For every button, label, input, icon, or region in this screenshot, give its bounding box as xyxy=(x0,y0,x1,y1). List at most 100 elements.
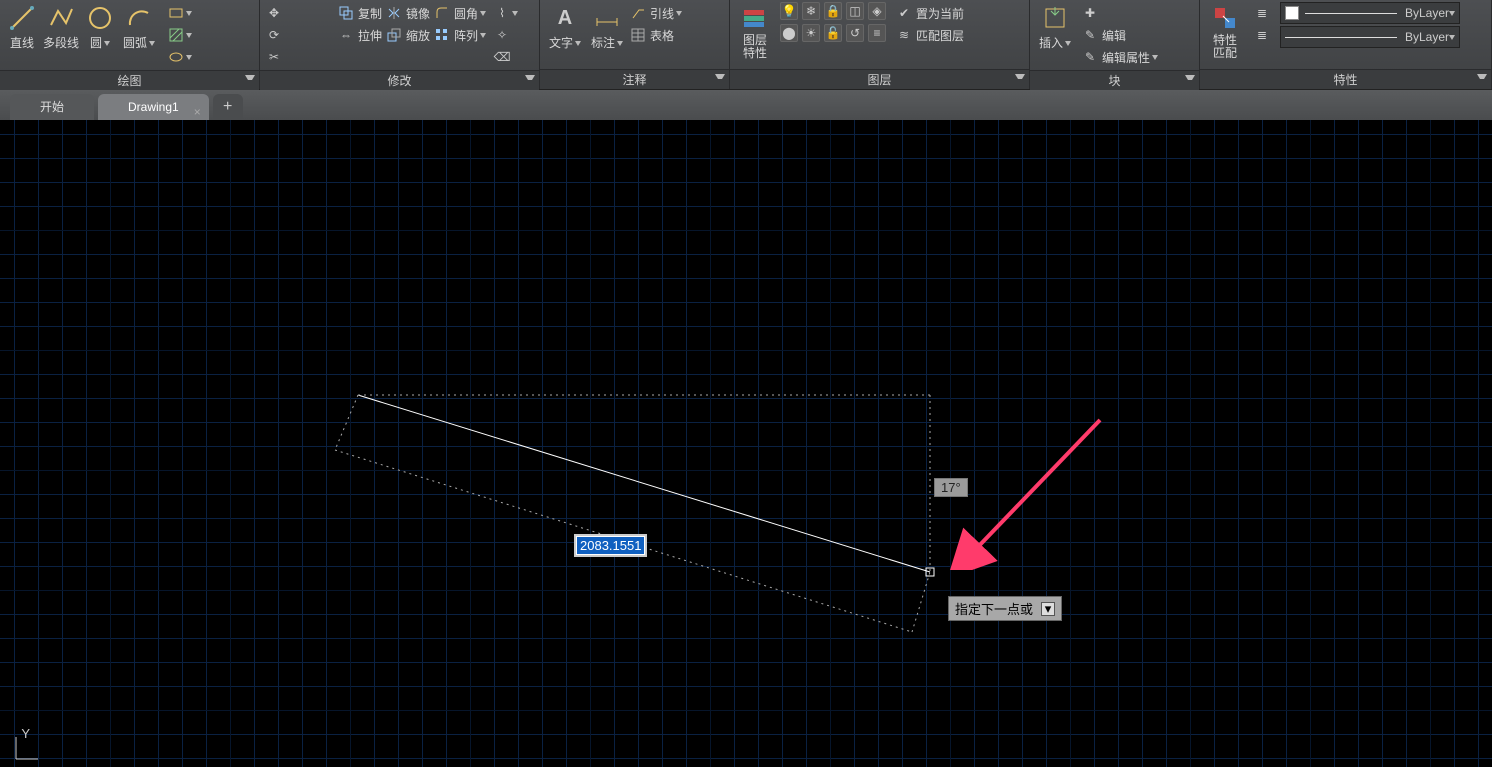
tab-start[interactable]: 开始 xyxy=(10,94,94,120)
layer-thaw-icon[interactable]: ☀ xyxy=(802,24,820,42)
linetype-line xyxy=(1285,37,1397,38)
copy-label: 复制 xyxy=(358,5,382,22)
color-dropdown[interactable]: ByLayer xyxy=(1280,2,1460,24)
leader-icon xyxy=(630,5,646,21)
match-prop-button[interactable]: 特性 匹配 xyxy=(1204,2,1246,60)
copy-button[interactable]: 复制 xyxy=(336,2,384,24)
block-create-button[interactable]: ✚ xyxy=(1080,2,1160,24)
rotate-icon: ⟳ xyxy=(266,27,282,43)
block-edit-icon: ✎ xyxy=(1082,27,1098,43)
stretch-icon: ⇔ xyxy=(338,27,354,43)
drawing-canvas[interactable]: 2083.1551 17° 指定下一点或 ▾ Y xyxy=(0,120,1492,767)
scale-icon xyxy=(386,27,402,43)
copy-icon xyxy=(338,5,354,21)
block-editattr-label: 编辑属性 xyxy=(1102,49,1150,66)
layer-freeze-icon[interactable]: ❄ xyxy=(802,2,820,20)
layer-match-icon: ≋ xyxy=(896,27,912,43)
layer-prev-icon[interactable]: ↺ xyxy=(846,24,864,42)
linetype-value: ByLayer xyxy=(1405,30,1449,44)
layer-lock-icon[interactable]: 🔒 xyxy=(824,2,842,20)
panel-block: 插入 ✚ ✎编辑 ✎编辑属性 块 xyxy=(1030,0,1200,89)
panel-prop-title[interactable]: 特性 xyxy=(1200,69,1491,89)
layer-setcur-label: 置为当前 xyxy=(916,5,964,22)
layer-color-icon[interactable]: ◫ xyxy=(846,2,864,20)
layer-iso-icon[interactable]: ◈ xyxy=(868,2,886,20)
rotate-button[interactable]: ⟳ xyxy=(264,24,336,46)
color-value: ByLayer xyxy=(1405,6,1449,20)
layer-off-icon[interactable]: ⬤ xyxy=(780,24,798,42)
move-button[interactable]: ✥ xyxy=(264,2,336,24)
move-icon: ✥ xyxy=(266,5,282,21)
layer-setcur-icon: ✔ xyxy=(896,5,912,21)
line-button[interactable]: 直线 xyxy=(4,2,40,51)
layer-on-icon[interactable]: 💡 xyxy=(780,2,798,20)
draw-misc-1[interactable] xyxy=(166,2,194,24)
modify-ext-2[interactable]: ✧ xyxy=(492,24,520,46)
match-layer-button[interactable]: ≋匹配图层 xyxy=(894,24,966,46)
block-editattr-button[interactable]: ✎编辑属性 xyxy=(1080,46,1160,68)
prop-list-2[interactable]: ≣ xyxy=(1252,24,1272,46)
fillet-button[interactable]: 圆角 xyxy=(432,2,488,24)
block-edit-label: 编辑 xyxy=(1102,27,1126,44)
stretch-label: 拉伸 xyxy=(358,27,382,44)
panel-modify-title[interactable]: 修改 xyxy=(260,70,539,90)
panel-modify: ✥ ⟳ ✂ 复制 ⇔拉伸 镜像 缩放 圆角 阵列 ⌇ ✧ ⌫ 修改 xyxy=(260,0,540,89)
trim-button[interactable]: ✂ xyxy=(264,46,336,68)
layer-props-button[interactable]: 图层 特性 xyxy=(734,2,776,60)
scale-button[interactable]: 缩放 xyxy=(384,24,432,46)
offset-icon: ⌇ xyxy=(494,5,510,21)
hatch-icon xyxy=(168,27,184,43)
match-prop-label: 特性 匹配 xyxy=(1213,34,1237,60)
mirror-button[interactable]: 镜像 xyxy=(384,2,432,24)
array-button[interactable]: 阵列 xyxy=(432,24,488,46)
panel-layer: 图层 特性 💡 ❄ 🔒 ◫ ◈ ⬤ ☀ 🔓 ↺ ≡ ✔置为当前 ≋匹配 xyxy=(730,0,1030,89)
layer-props-icon xyxy=(741,4,769,32)
circle-icon xyxy=(86,4,114,32)
ucs-y-label: Y xyxy=(21,726,30,741)
prop-list-1[interactable]: ≣ xyxy=(1252,2,1272,24)
tab-add[interactable]: + xyxy=(213,94,243,120)
erase-icon: ⌫ xyxy=(494,49,510,65)
panel-layer-title[interactable]: 图层 xyxy=(730,69,1029,89)
polyline-button[interactable]: 多段线 xyxy=(40,2,82,51)
circle-label: 圆 xyxy=(90,34,110,51)
block-edit-button[interactable]: ✎编辑 xyxy=(1080,24,1160,46)
table-button[interactable]: 表格 xyxy=(628,24,684,46)
line-icon xyxy=(8,4,36,32)
layer-state-grid: 💡 ❄ 🔒 ◫ ◈ ⬤ ☀ 🔓 ↺ ≡ xyxy=(780,2,888,44)
set-current-layer-button[interactable]: ✔置为当前 xyxy=(894,2,966,24)
layer-unlock-icon[interactable]: 🔓 xyxy=(824,24,842,42)
layer-walk-icon[interactable]: ≡ xyxy=(868,24,886,42)
dynamic-length-input[interactable]: 2083.1551 xyxy=(576,536,645,555)
panel-annot: A 文字 标注 引线 表格 注释 xyxy=(540,0,730,89)
dynamic-length-value: 2083.1551 xyxy=(580,538,641,553)
leader-button[interactable]: 引线 xyxy=(628,2,684,24)
insert-button[interactable]: 插入 xyxy=(1034,2,1076,51)
arc-button[interactable]: 圆弧 xyxy=(118,2,160,51)
stretch-button[interactable]: ⇔拉伸 xyxy=(336,24,384,46)
tooltip-dropdown-icon[interactable]: ▾ xyxy=(1041,602,1055,616)
text-button[interactable]: A 文字 xyxy=(544,2,586,51)
modify-ext-3[interactable]: ⌫ xyxy=(492,46,520,68)
command-tooltip-text: 指定下一点或 xyxy=(955,599,1033,618)
color-swatch xyxy=(1285,6,1299,20)
tab-drawing1[interactable]: Drawing1 × xyxy=(98,94,209,120)
linetype-dropdown[interactable]: ByLayer xyxy=(1280,26,1460,48)
modify-ext-1[interactable]: ⌇ xyxy=(492,2,520,24)
draw-misc-3[interactable] xyxy=(166,46,194,68)
panel-draw-title[interactable]: 绘图 xyxy=(0,70,259,90)
list2-icon: ≣ xyxy=(1254,27,1270,43)
leader-label: 引线 xyxy=(650,5,674,22)
panel-block-title[interactable]: 块 xyxy=(1030,70,1199,90)
polyline-label: 多段线 xyxy=(43,34,79,51)
panel-annot-title[interactable]: 注释 xyxy=(540,69,729,89)
tab-start-label: 开始 xyxy=(40,100,64,114)
draw-misc-2[interactable] xyxy=(166,24,194,46)
command-tooltip: 指定下一点或 ▾ xyxy=(948,596,1062,621)
circle-button[interactable]: 圆 xyxy=(82,2,118,51)
scale-label: 缩放 xyxy=(406,27,430,44)
list-icon: ≣ xyxy=(1254,5,1270,21)
ucs-icon: Y xyxy=(12,733,54,763)
dim-button[interactable]: 标注 xyxy=(586,2,628,51)
table-icon xyxy=(630,27,646,43)
